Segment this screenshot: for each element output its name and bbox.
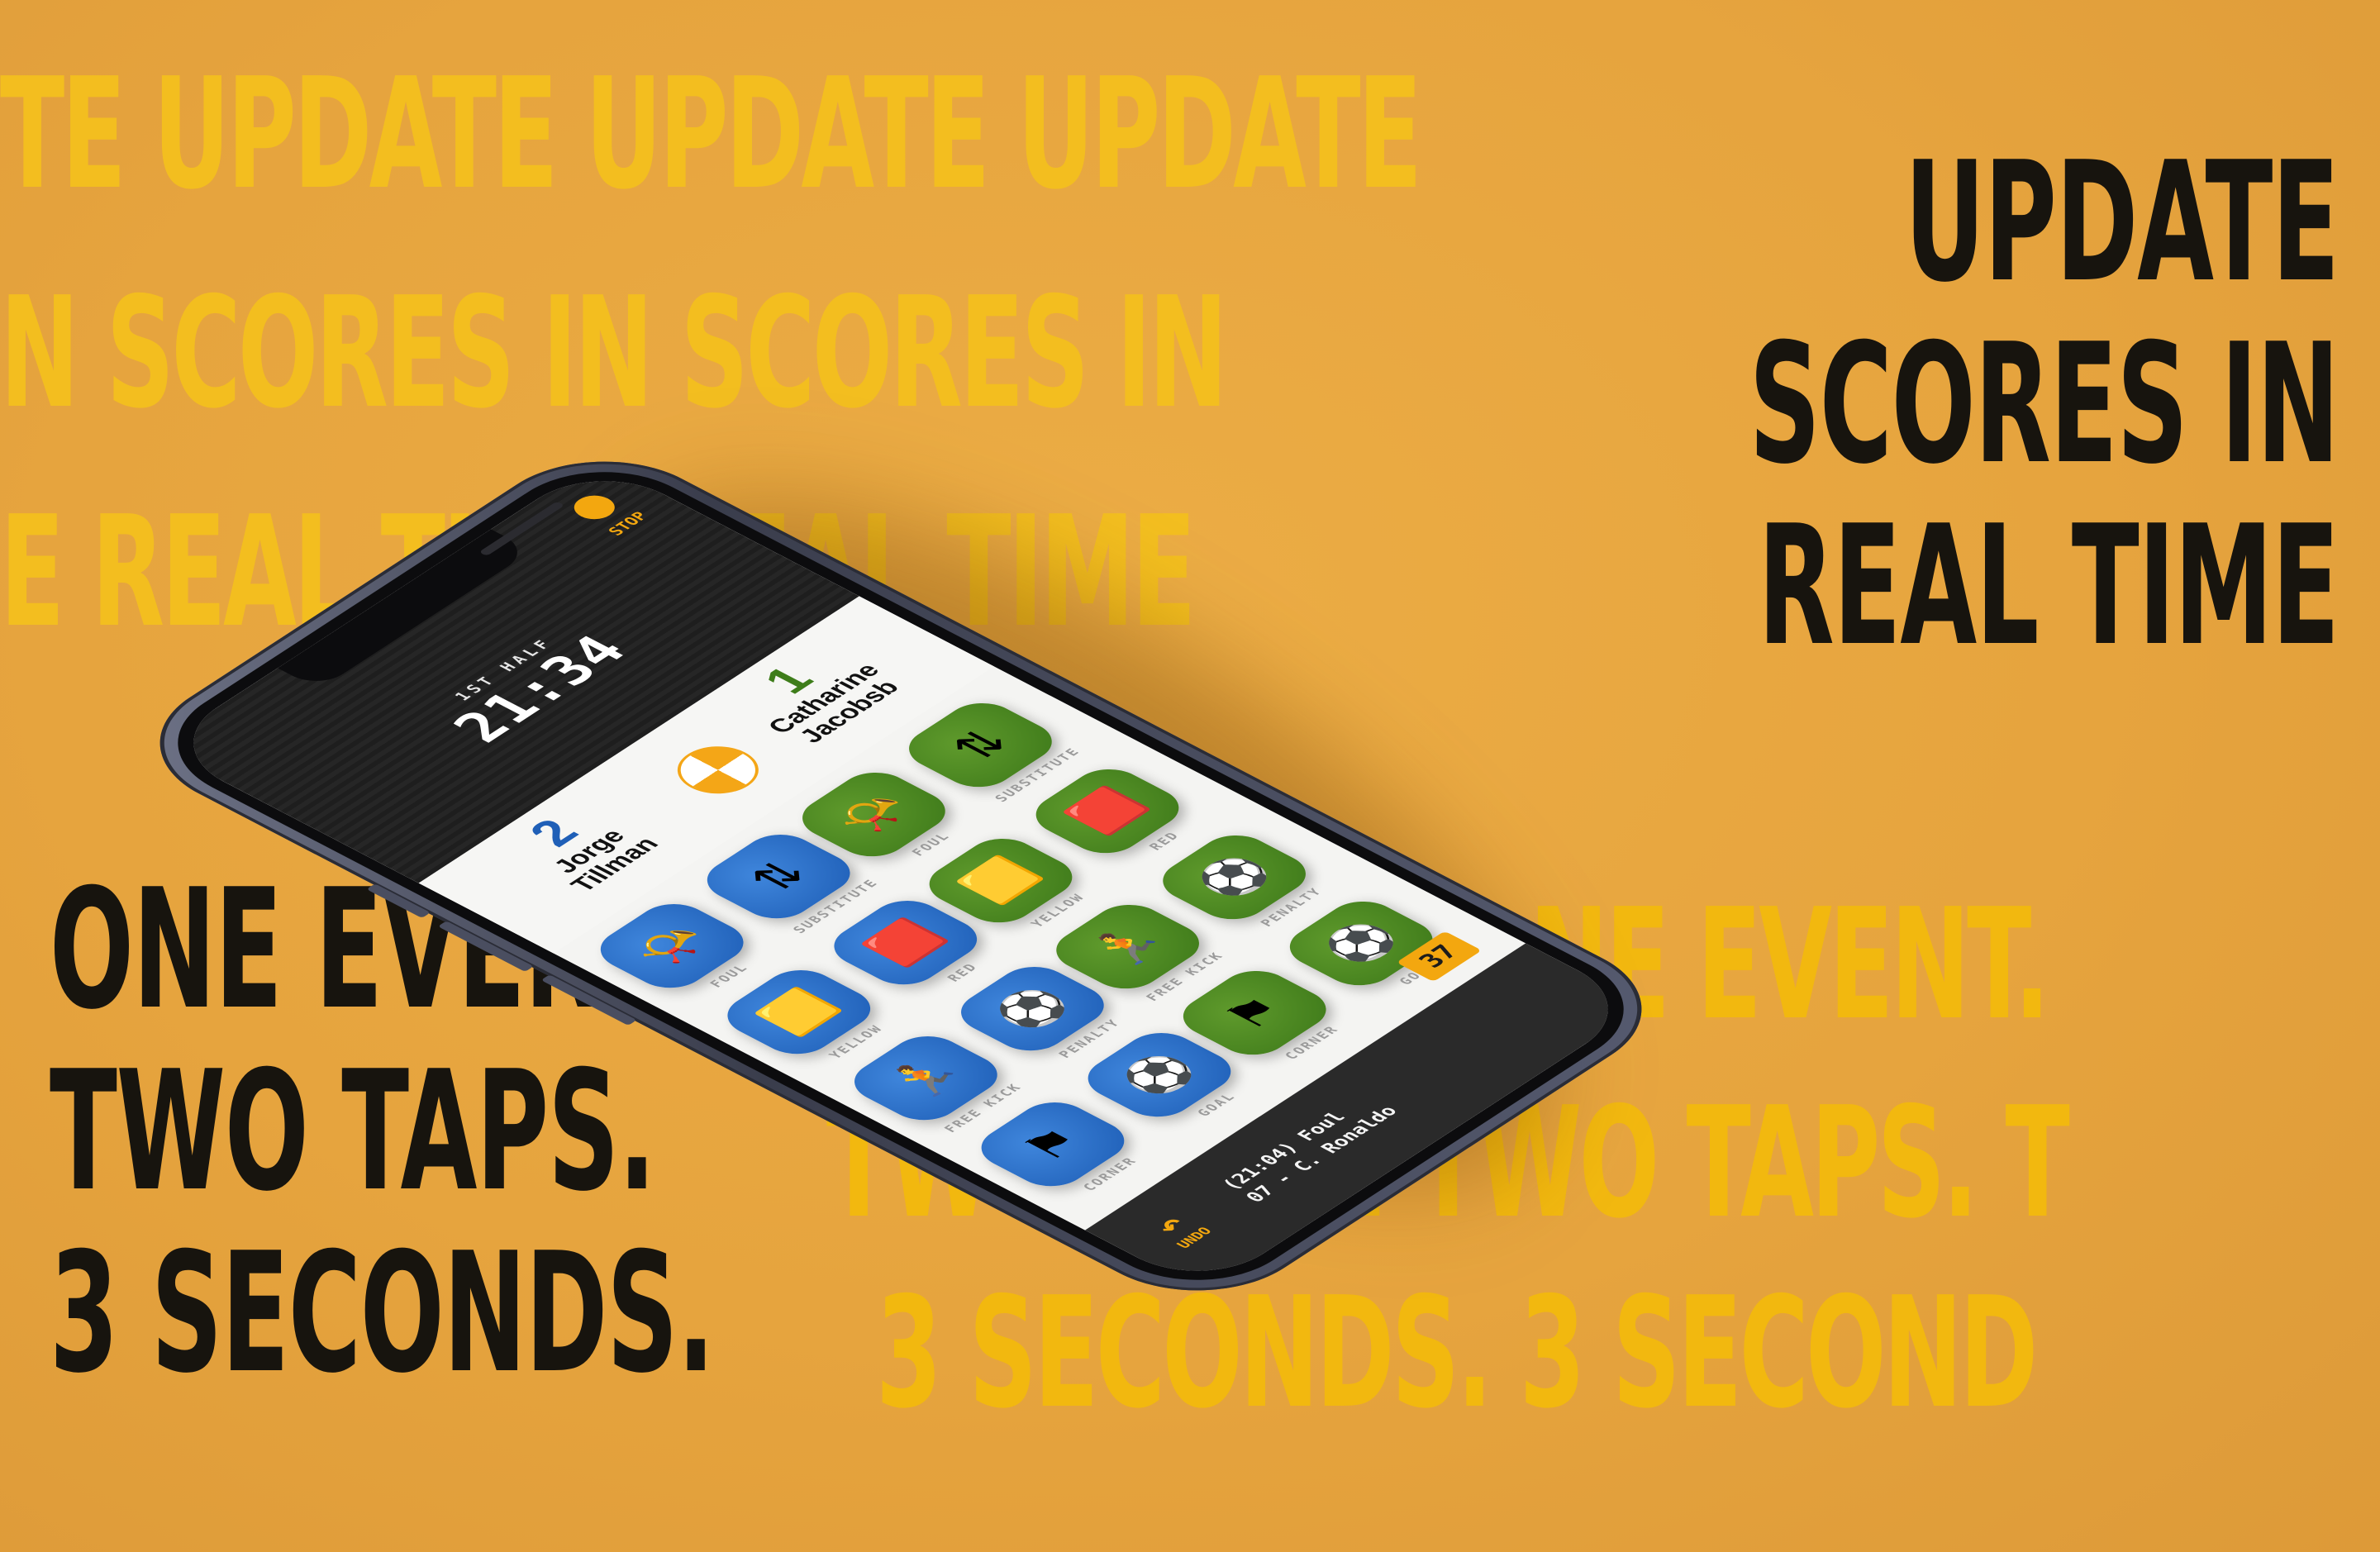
penalty-icon: ⚽ xyxy=(984,980,1081,1037)
undo-button[interactable]: ↶ UNDO xyxy=(1141,1208,1215,1251)
goal-ball-icon: ⚽ xyxy=(1313,915,1409,972)
yellow-card-icon: 🟨 xyxy=(751,983,847,1040)
stop-button[interactable] xyxy=(565,490,623,525)
free-kick-icon: 🏃 xyxy=(878,1050,974,1107)
corner-flag-icon: ⚑ xyxy=(1213,989,1296,1037)
red-card-icon: 🟥 xyxy=(858,914,954,971)
headline-update-scores: UPDATE SCORES IN REAL TIME xyxy=(1749,126,2340,686)
yellow-card-icon: 🟨 xyxy=(953,852,1049,909)
whistle-icon: 📯 xyxy=(826,786,922,843)
penalty-icon: ⚽ xyxy=(1186,849,1283,906)
substitute-icon: ⇅ xyxy=(738,853,819,900)
headline-right-line-1: UPDATE xyxy=(1904,126,2340,319)
phone-mockup: STOP 1ST HALF 21:34 2 Jorge Tillman 1 Ca… xyxy=(112,182,1690,1339)
substitute-icon: ⇅ xyxy=(940,721,1021,769)
red-card-icon: 🟥 xyxy=(1059,783,1155,840)
headline-right-line-3: REAL TIME xyxy=(1758,490,2340,683)
whistle-icon: 📯 xyxy=(624,917,720,974)
stop-label: STOP xyxy=(604,509,652,539)
free-kick-icon: 🏃 xyxy=(1079,918,1176,975)
goal-ball-icon: ⚽ xyxy=(1111,1046,1207,1103)
headline-right-line-2: SCORES IN xyxy=(1749,308,2340,501)
corner-flag-icon: ⚑ xyxy=(1011,1121,1094,1169)
